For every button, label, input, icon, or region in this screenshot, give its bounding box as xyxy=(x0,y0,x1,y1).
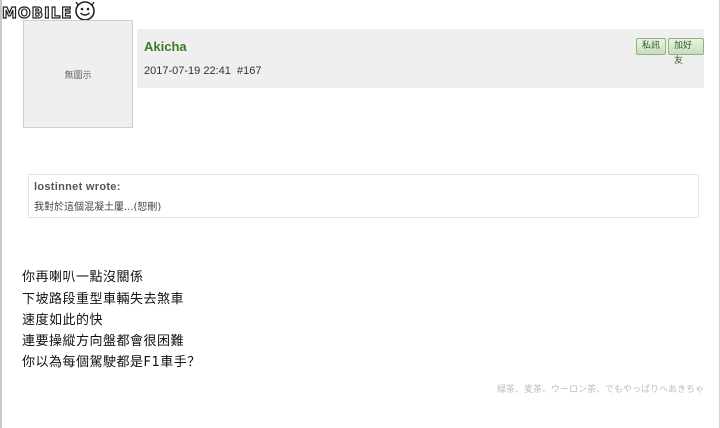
avatar-placeholder-text: 無圖示 xyxy=(64,70,92,81)
post-datetime: 2017-07-19 22:41 xyxy=(144,65,231,77)
post-meta: 2017-07-19 22:41 #167 xyxy=(144,65,261,77)
quote-text: 我對於這個混凝土屢...(恕刪) xyxy=(34,202,162,213)
author-name[interactable]: Akicha xyxy=(144,39,187,54)
page-left-border xyxy=(0,0,2,428)
add-friend-button[interactable]: 加好友 xyxy=(668,38,704,66)
post-body-line: 你以為每個駕駛都是F1車手？ xyxy=(22,355,201,370)
avatar[interactable]: 無圖示 xyxy=(23,20,133,128)
post-number[interactable]: #167 xyxy=(237,65,261,77)
post-body-line: 你再喇叭一點沒關係 xyxy=(22,270,144,285)
quote-author: lostinnet wrote: xyxy=(34,181,121,193)
post-body-line: 速度如此的快 xyxy=(22,313,104,328)
user-signature: 緑茶、麦茶、ウーロン茶、でもやっぱりヘあきちゃ xyxy=(496,385,704,395)
quote-block: lostinnet wrote: 我對於這個混凝土屢...(恕刪) xyxy=(28,174,699,218)
private-message-button[interactable]: 私訊 xyxy=(636,38,667,55)
post-body-line: 下坡路段重型車輛失去煞車 xyxy=(22,292,185,307)
post-header: Akicha 2017-07-19 22:41 #167 私訊 加好友 xyxy=(137,29,704,88)
post-body-line: 連要操縱方向盤都會很困難 xyxy=(22,334,185,349)
